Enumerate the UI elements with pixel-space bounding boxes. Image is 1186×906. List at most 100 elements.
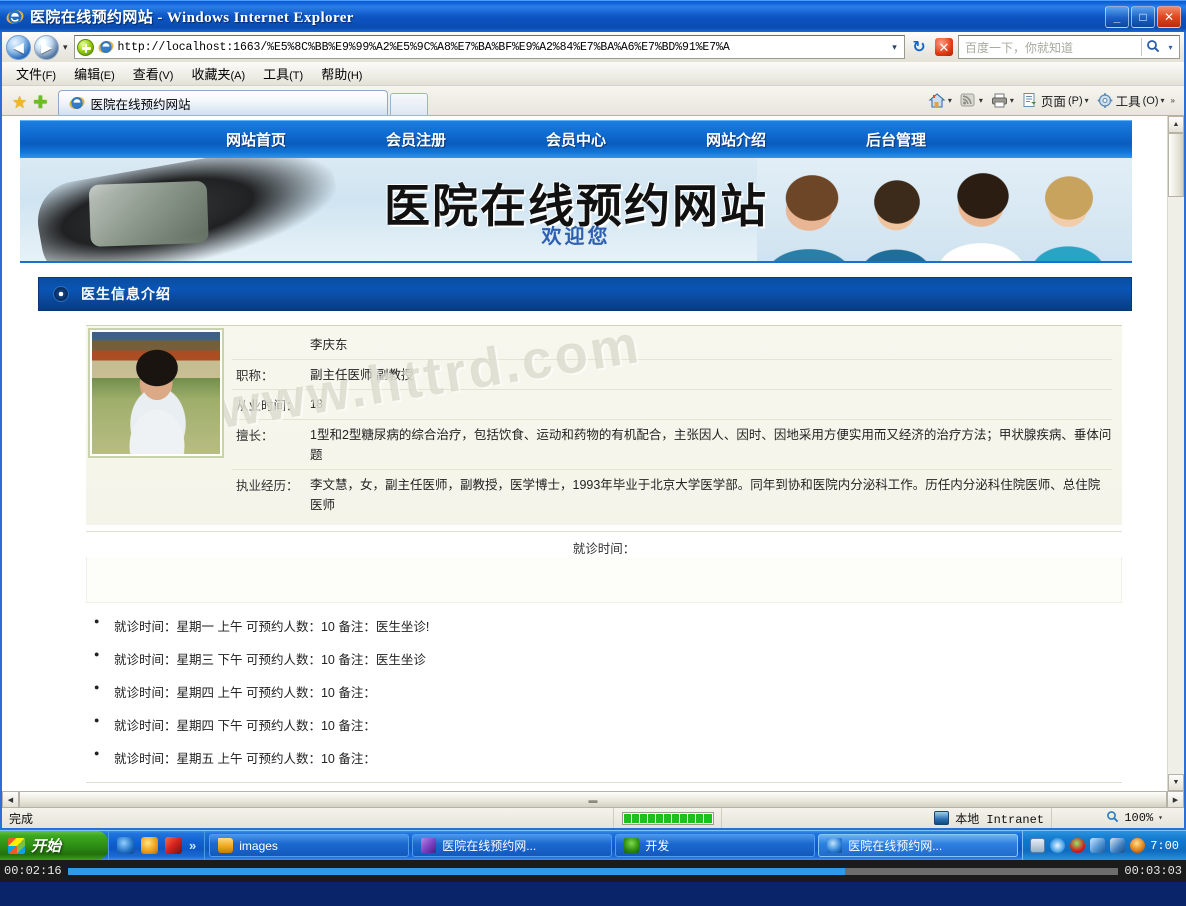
start-button-label: 开始 (31, 839, 62, 855)
add-to-favorites-icon[interactable] (76, 38, 94, 56)
system-tray: 7:00 (1022, 831, 1186, 860)
vertical-scroll-thumb[interactable] (1168, 133, 1184, 197)
toolbar-overflow-icon[interactable]: » (1169, 96, 1180, 105)
list-item[interactable]: 就诊时间：星期四 下午 可预约人数：10 备注： (86, 708, 1122, 741)
history-dropdown-icon[interactable]: ▾ (62, 42, 71, 53)
menu-help-mnemonic: (H) (347, 70, 363, 82)
section-header: 医生信息介绍 (38, 277, 1132, 311)
tray-security-icon[interactable] (1070, 838, 1086, 853)
tray-network-icon[interactable] (1110, 838, 1126, 853)
quicklaunch-overflow-icon[interactable]: » (189, 838, 196, 853)
page-content: 网站首页 会员注册 会员中心 网站介绍 后台管理 医院在线预约网站 欢迎您 医生… (2, 120, 1150, 783)
firefox-quicklaunch-icon[interactable] (141, 837, 158, 854)
menu-edit[interactable]: 编辑(E) (66, 62, 123, 85)
taskbar-clock[interactable]: 7:00 (1150, 839, 1179, 853)
menu-view-label: 查看 (132, 67, 159, 82)
doctor-experience-years-row: 从业时间： 18 (232, 390, 1112, 420)
menu-favorites-mnemonic: (A) (230, 70, 246, 82)
zoom-control[interactable]: 100% ▾ (1052, 808, 1170, 828)
url-text[interactable]: http://localhost:1663/%E5%8C%BB%E9%99%A2… (118, 41, 887, 54)
horizontal-scrollbar[interactable]: ◀ ▬ ▶ (0, 791, 1186, 808)
media-quicklaunch-icon[interactable] (165, 837, 182, 854)
nav-item-member-center[interactable]: 会员中心 (546, 129, 606, 150)
page-caret-icon[interactable]: ▾ (1085, 96, 1089, 105)
print-caret-icon[interactable]: ▾ (1010, 96, 1014, 105)
tray-app-icon[interactable] (1030, 838, 1046, 853)
windows-logo-icon (8, 837, 25, 854)
menu-edit-label: 编辑 (74, 67, 101, 82)
nav-item-home[interactable]: 网站首页 (226, 129, 286, 150)
recorder-progress-track[interactable] (67, 867, 1119, 875)
home-caret-icon[interactable]: ▾ (948, 96, 952, 105)
menu-file[interactable]: 文件(F) (8, 62, 64, 85)
page-menu-mnemonic: (P) (1067, 94, 1083, 107)
visit-time-list: 就诊时间：星期一 上午 可预约人数：10 备注：医生坐诊! 就诊时间：星期三 下… (86, 609, 1122, 783)
windows-taskbar: 开始 » images 医院在线预约网... 开发 医院在线预约网... 7:0… (0, 830, 1186, 860)
address-dropdown-icon[interactable]: ▾ (887, 42, 902, 53)
start-button[interactable]: 开始 (0, 831, 108, 860)
stop-button[interactable]: ✕ (933, 35, 955, 59)
doctor-info-card: www.httrd.com 李庆东 职称： 副主任医师 副教授 从业时间： 18… (86, 314, 1122, 525)
security-zone[interactable]: 本地 Intranet (722, 808, 1052, 828)
refresh-button[interactable]: ↻ (908, 35, 930, 59)
maximize-button[interactable]: □ (1131, 5, 1155, 28)
list-item[interactable]: 就诊时间：星期四 上午 可预约人数：10 备注： (86, 675, 1122, 708)
menu-view[interactable]: 查看(V) (125, 62, 182, 85)
search-input[interactable]: 百度一下，你就知道 (961, 39, 1141, 56)
nav-item-register[interactable]: 会员注册 (386, 129, 446, 150)
menu-file-label: 文件 (16, 67, 43, 82)
status-bar: 完成 本地 Intranet 100% ▾ (0, 808, 1186, 830)
nav-item-about[interactable]: 网站介绍 (706, 129, 766, 150)
forward-button[interactable]: ▶ (34, 34, 59, 60)
web-page: 网站首页 会员注册 会员中心 网站介绍 后台管理 医院在线预约网站 欢迎您 医生… (2, 116, 1167, 791)
search-box[interactable]: 百度一下，你就知道 ▾ (958, 35, 1180, 59)
taskbar-item-hospital-browser[interactable]: 医院在线预约网... (818, 834, 1019, 857)
page-menu-button[interactable]: 页面 (P) ▾ (1018, 90, 1092, 111)
taskbar-item-images[interactable]: images (209, 834, 410, 857)
feeds-caret-icon[interactable]: ▾ (979, 96, 983, 105)
zoom-caret-icon[interactable]: ▾ (1158, 813, 1163, 823)
scroll-right-button[interactable]: ▶ (1167, 791, 1184, 808)
list-item[interactable]: 就诊时间：星期一 上午 可预约人数：10 备注：医生坐诊! (86, 609, 1122, 642)
tray-volume-icon[interactable] (1090, 838, 1106, 853)
horizontal-scroll-thumb[interactable]: ▬ (19, 791, 1167, 808)
menu-favorites[interactable]: 收藏夹(A) (183, 62, 253, 85)
doctor-specialty-value: 1型和2型糖尿病的综合治疗，包括饮食、运动和药物的有机配合，主张因人、因时、因地… (310, 428, 1112, 462)
search-dropdown-icon[interactable]: ▾ (1164, 43, 1177, 52)
home-icon (928, 92, 946, 109)
tray-recorder-icon[interactable] (1130, 838, 1146, 853)
menu-tools[interactable]: 工具(T) (255, 62, 311, 85)
title-bar: 医院在线预约网站 - Windows Internet Explorer _ □… (0, 0, 1186, 32)
taskbar-item-dev[interactable]: 开发 (615, 834, 816, 857)
minimize-button[interactable]: _ (1105, 5, 1129, 28)
home-button[interactable]: ▾ (925, 91, 955, 110)
feeds-button[interactable]: ▾ (956, 91, 986, 110)
taskbar-item-hospital-editor[interactable]: 医院在线预约网... (412, 834, 613, 857)
print-button[interactable]: ▾ (987, 91, 1017, 110)
add-favorite-icon[interactable]: ✚ (33, 94, 47, 111)
close-button[interactable]: ✕ (1157, 5, 1181, 28)
vertical-scrollbar[interactable]: ▲ ▼ (1167, 116, 1184, 791)
tools-menu-button[interactable]: 工具 (O) ▾ (1093, 90, 1168, 111)
address-bar[interactable]: http://localhost:1663/%E5%8C%BB%E9%99%A2… (73, 35, 905, 59)
menu-help[interactable]: 帮助(H) (313, 62, 370, 85)
nav-item-admin[interactable]: 后台管理 (866, 129, 926, 150)
vertical-scroll-track[interactable] (1168, 197, 1184, 774)
new-tab-button[interactable] (389, 93, 428, 115)
visual-studio-icon (421, 838, 437, 853)
search-icon[interactable] (1142, 39, 1164, 56)
tray-expand-icon[interactable] (1050, 838, 1066, 853)
scroll-down-button[interactable]: ▼ (1168, 774, 1184, 791)
back-button[interactable]: ◀ (6, 34, 31, 60)
scroll-up-button[interactable]: ▲ (1168, 116, 1184, 133)
doctor-experience-years-label: 从业时间： (236, 399, 299, 413)
section-title: 医生信息介绍 (81, 286, 171, 302)
internet-explorer-quicklaunch-icon[interactable] (117, 837, 134, 854)
tools-menu-mnemonic: (O) (1142, 94, 1159, 107)
tools-caret-icon[interactable]: ▾ (1161, 96, 1165, 105)
scroll-left-button[interactable]: ◀ (2, 791, 19, 808)
list-item[interactable]: 就诊时间：星期三 下午 可预约人数：10 备注：医生坐诊 (86, 642, 1122, 675)
favorites-center-icon[interactable]: ★ (12, 94, 27, 111)
list-item[interactable]: 就诊时间：星期五 上午 可预约人数：10 备注： (86, 741, 1122, 774)
tab-hospital-site[interactable]: 医院在线预约网站 (57, 90, 388, 115)
